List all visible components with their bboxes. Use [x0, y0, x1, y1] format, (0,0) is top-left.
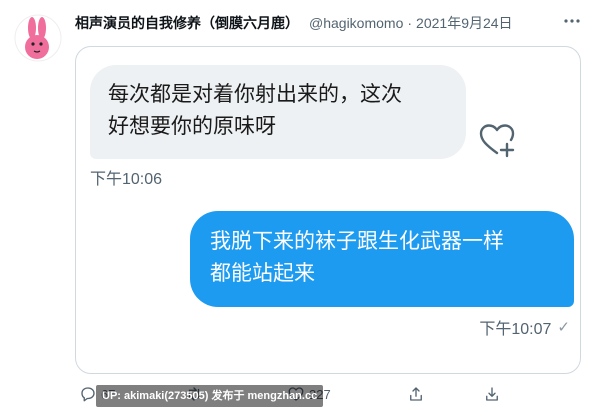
reply-icon [81, 387, 95, 402]
share-button[interactable] [407, 385, 425, 403]
pink-rabbit-avatar-icon [14, 14, 62, 62]
sent-message-line: 我脱下来的袜子跟生化武器一样 [210, 230, 504, 253]
heart-plus-icon [478, 121, 516, 159]
more-options-icon[interactable] [563, 12, 581, 30]
download-icon [486, 387, 498, 401]
sent-time-row: 下午10:07 ✓ [479, 315, 570, 339]
author-handle[interactable]: @hagikomomo [309, 15, 403, 31]
sent-message-bubble: 我脱下来的袜子跟生化武器一样 都能站起来 [190, 211, 574, 307]
received-message-bubble: 每次都是对着你射出来的，这次 好想要你的原味呀 [90, 65, 466, 159]
sent-check-icon: ✓ [557, 319, 570, 336]
received-time: 下午10:06 [90, 171, 163, 188]
separator-dot: · [407, 15, 413, 31]
sent-time: 下午10:07 [479, 321, 552, 338]
download-button[interactable] [483, 385, 501, 403]
sent-message-line: 都能站起来 [210, 262, 315, 285]
tweet-image-card[interactable]: 每次都是对着你射出来的，这次 好想要你的原味呀 下午10:06 我脱下来的袜子跟… [75, 46, 581, 374]
received-message-line: 好想要你的原味呀 [108, 115, 276, 138]
tweet-date[interactable]: 2021年9月24日 [416, 13, 513, 33]
avatar[interactable] [14, 14, 62, 62]
author-name[interactable]: 相声演员的自我修养（倒膜六月鹿） [75, 13, 299, 33]
share-icon [410, 387, 422, 401]
received-message-line: 每次都是对着你射出来的，这次 [108, 83, 402, 106]
watermark-label: UP: akimaki(273505) 发布于 mengzhan.cc [96, 385, 324, 407]
tweet-header: 相声演员的自我修养（倒膜六月鹿） @hagikomomo · 2021年9月24… [75, 12, 575, 34]
